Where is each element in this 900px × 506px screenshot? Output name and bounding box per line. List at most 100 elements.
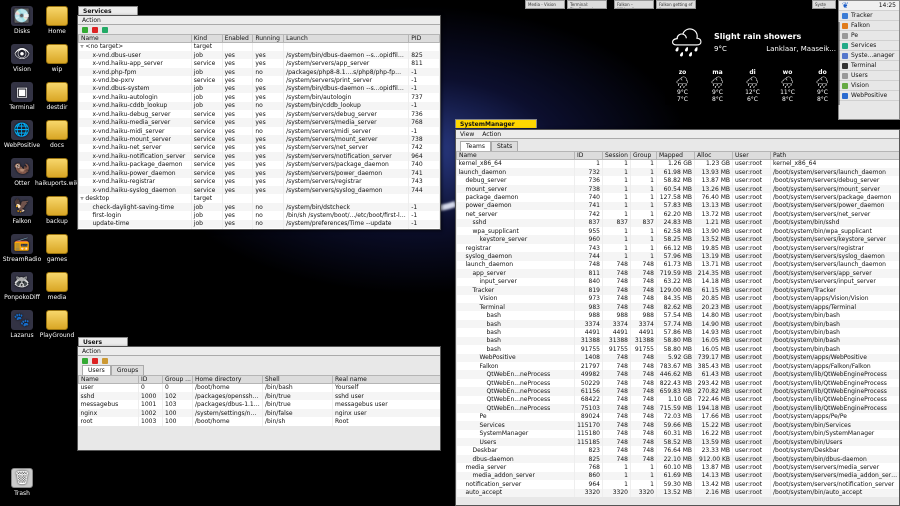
- desktop-icon-backup[interactable]: backup: [35, 196, 79, 225]
- column-header[interactable]: Path: [770, 151, 899, 160]
- column-header[interactable]: Group: [630, 151, 657, 160]
- table-row[interactable]: x-vnd.haiku-package_daemon service yes yes /…: [78, 160, 440, 170]
- table-row[interactable]: x-vnd.php-fpm job yes no/packages/php8-8.1.…: [78, 67, 440, 77]
- switcher-window-tab[interactable]: Falkon getting ef f...: [656, 0, 696, 9]
- table-row[interactable]: WebPositive 1408 748 748 5.92 GB 739.17 MB use…: [456, 353, 899, 362]
- deskbar-item[interactable]: Users: [839, 71, 899, 81]
- tab-stats[interactable]: Stats: [490, 141, 519, 151]
- table-row[interactable]: syslog_daemon 744 1 1 57.96 MB 13.19 MB user:r…: [456, 252, 899, 261]
- table-row[interactable]: x-vnd.haiku-net_server service yes yes/syst…: [78, 143, 440, 153]
- table-row[interactable]: ▿ desktop target: [78, 194, 440, 203]
- table-row[interactable]: media_addon_server 860 1 1 61.69 MB 14.13 MB u…: [456, 471, 899, 481]
- table-row[interactable]: keystore_server 960 1 1 58.25 MB 13.52 MB user…: [456, 235, 899, 244]
- tab-users[interactable]: Users: [82, 365, 111, 375]
- column-header[interactable]: Home directory: [192, 375, 263, 384]
- desktop-icon-games[interactable]: games: [35, 234, 79, 263]
- table-row[interactable]: app_server 811 748 748 719.59 MB 214.35 MB use…: [456, 269, 899, 278]
- column-header[interactable]: Shell: [262, 375, 333, 384]
- desktop-icon-home[interactable]: Home: [35, 6, 79, 35]
- edit-user-icon[interactable]: [102, 357, 108, 364]
- column-header[interactable]: Name: [78, 34, 192, 43]
- desktop-icon-docs[interactable]: docs: [35, 120, 79, 149]
- column-header[interactable]: Running: [252, 34, 285, 43]
- switcher-window-tab[interactable]: Media - Vision: [525, 0, 565, 9]
- column-header[interactable]: Name: [78, 375, 139, 384]
- table-row[interactable]: QtWebEn...neProcess 49982 748 748 446.62 MB 6…: [456, 370, 899, 379]
- table-row[interactable]: QtWebEn...neProcess 61156 748 748 659.83 MB 2…: [456, 387, 899, 396]
- table-row[interactable]: SystemManager 115180 748 748 60.31 MB 16.22 M…: [456, 429, 899, 438]
- table-row[interactable]: Tracker 819 748 748 129.00 MB 61.15 MB user:ro…: [456, 286, 899, 295]
- column-header[interactable]: Enabled: [221, 34, 254, 43]
- haiku-leaf-icon[interactable]: ❦: [842, 1, 849, 10]
- table-row[interactable]: notification_server 964 1 1 59.30 MB 13.42 MB…: [456, 480, 899, 489]
- sysman-menu-action[interactable]: Action: [482, 131, 501, 138]
- desktop-icon-wip[interactable]: wip: [35, 44, 79, 73]
- table-row[interactable]: x-vnd.dbus-system job yes yes/system/bin/db…: [78, 84, 440, 94]
- deskbar-item[interactable]: Tracker: [839, 11, 899, 21]
- tab-teams[interactable]: Teams: [460, 141, 491, 151]
- tab-groups[interactable]: Groups: [110, 365, 145, 375]
- table-row[interactable]: Pe 89024 748 748 72.03 MB 17.66 MB user:root/b…: [456, 412, 899, 422]
- table-row[interactable]: messagebus 1001 103/packages/dbus-1.12.2..…: [78, 400, 440, 409]
- desktop-icon-media[interactable]: media: [35, 272, 79, 301]
- trash-icon[interactable]: 🗑 Trash: [0, 468, 44, 497]
- sysman-menu-view[interactable]: View: [460, 131, 474, 138]
- table-row[interactable]: x-vnd.haiku-media_server service yes yes/sy…: [78, 118, 440, 127]
- remove-user-icon[interactable]: [92, 357, 98, 364]
- table-row[interactable]: bash 31388 31388 31388 58.80 MB 16.05 MB user:…: [456, 336, 899, 346]
- column-header[interactable]: Mapped: [656, 151, 695, 160]
- table-row[interactable]: mount_server 738 1 1 60.54 MB 13.26 MB user:ro…: [456, 184, 899, 194]
- desktop-icon-haikuports-wiki[interactable]: haikuports.wiki: [35, 158, 80, 187]
- table-row[interactable]: user-bootscriptjobyesno/bin/sh ~/config/…: [78, 228, 440, 229]
- table-row[interactable]: check-daylight-saving-time job yes no/syste…: [78, 202, 440, 212]
- table-row[interactable]: x-vnd.haiku-debug_server service yes yes/sy…: [78, 110, 440, 119]
- table-row[interactable]: Users 115185 748 748 58.52 MB 13.59 MB user:ro…: [456, 437, 899, 447]
- table-row[interactable]: kernel_x86_64 1 1 1 1.26 GB 1.23 GB user:root k…: [456, 159, 899, 168]
- table-row[interactable]: bash 3374 3374 3374 57.74 MB 14.90 MB user:roo…: [456, 319, 899, 329]
- deskbar-item[interactable]: WebPositive: [839, 91, 899, 101]
- table-row[interactable]: x-vnd.haiku-notification_server service ye…: [78, 152, 440, 161]
- deskbar-item[interactable]: Falkon: [839, 21, 899, 31]
- table-row[interactable]: launch_daemon 732 1 1 61.98 MB 13.93 MB user:r…: [456, 167, 899, 177]
- table-row[interactable]: x-vnd.haiku-app_server service yes yes/syst…: [78, 59, 440, 68]
- table-row[interactable]: root 1003 100/boot/home/bin/sh Root: [78, 417, 440, 426]
- users-title-tab[interactable]: Users: [78, 337, 128, 346]
- table-row[interactable]: debug_server 736 1 1 58.82 MB 13.87 MB user:ro…: [456, 176, 899, 185]
- services-title-tab[interactable]: Services: [78, 6, 138, 15]
- column-header[interactable]: PID: [408, 34, 440, 43]
- deskbar-item[interactable]: Services: [839, 41, 899, 51]
- table-row[interactable]: x-vnd.be-pxrv service yes no/system/servers…: [78, 76, 440, 85]
- table-row[interactable]: registrar 743 1 1 66.12 MB 19.85 MB user:root /…: [456, 243, 899, 253]
- table-row[interactable]: wpa_supplicant 955 1 1 62.58 MB 13.90 MB user:…: [456, 227, 899, 236]
- column-header[interactable]: Session: [602, 151, 631, 160]
- switcher-window-tab[interactable]: Terminal: PlayGround: [567, 0, 607, 9]
- table-row[interactable]: media_server 768 1 1 60.10 MB 13.87 MB user:ro…: [456, 463, 899, 472]
- table-row[interactable]: x-vnd.haiku-power_daemon service yes yes/sy…: [78, 169, 440, 178]
- column-header[interactable]: User: [732, 151, 771, 160]
- desktop-icon-destdir[interactable]: destdir: [35, 82, 79, 111]
- table-row[interactable]: x-vnd.haiku-cddb_lookup job yes no/system/b…: [78, 101, 440, 110]
- desktop-icon-playground[interactable]: PlayGround: [35, 310, 79, 339]
- deskbar-item[interactable]: Terminal: [839, 61, 899, 71]
- table-row[interactable]: auto_accept 3320 3320 3320 13.52 MB 2.16 MB us…: [456, 488, 899, 497]
- table-row[interactable]: net_server 742 1 1 62.20 MB 13.72 MB user:root…: [456, 210, 899, 219]
- table-row[interactable]: Services 115170 748 748 59.66 MB 15.22 MB user…: [456, 421, 899, 430]
- column-header[interactable]: ID: [138, 375, 163, 384]
- sysman-title-tab[interactable]: SystemManager: [455, 119, 537, 128]
- deskbar-item[interactable]: Pe: [839, 31, 899, 41]
- stop-icon[interactable]: [92, 26, 98, 33]
- services-action-menu[interactable]: Action: [82, 17, 101, 24]
- table-row[interactable]: x-vnd.haiku-midi_server service yes no/syst…: [78, 126, 440, 136]
- table-row[interactable]: user 0 0/boot/home/bin/bash Yourself: [78, 383, 440, 392]
- table-row[interactable]: nginx 1002 100/system/settings/nginx//bin/…: [78, 408, 440, 418]
- table-row[interactable]: sshd 1000 102/packages/openssh-8.../bin/tr…: [78, 391, 440, 401]
- table-row[interactable]: input_server 840 748 748 63.22 MB 14.18 MB use…: [456, 277, 899, 287]
- table-row[interactable]: x-vnd.haiku-syslog_daemon service yes yes/s…: [78, 185, 440, 195]
- column-header[interactable]: Real name: [332, 375, 440, 384]
- table-row[interactable]: Falkon 21797 748 748 783.67 MB 385.43 MB user:…: [456, 362, 899, 371]
- table-row[interactable]: QtWebEn...neProcess 50229 748 748 822.43 MB 2…: [456, 378, 899, 388]
- table-row[interactable]: Terminal 983 748 748 82.62 MB 20.23 MB user:ro…: [456, 302, 899, 312]
- table-row[interactable]: Deskbar 823 748 748 76.64 MB 23.33 MB user:roo…: [456, 446, 899, 455]
- deskbar-item[interactable]: Vision: [839, 81, 899, 91]
- table-row[interactable]: Vision 973 748 748 84.35 MB 20.85 MB user:root…: [456, 294, 899, 303]
